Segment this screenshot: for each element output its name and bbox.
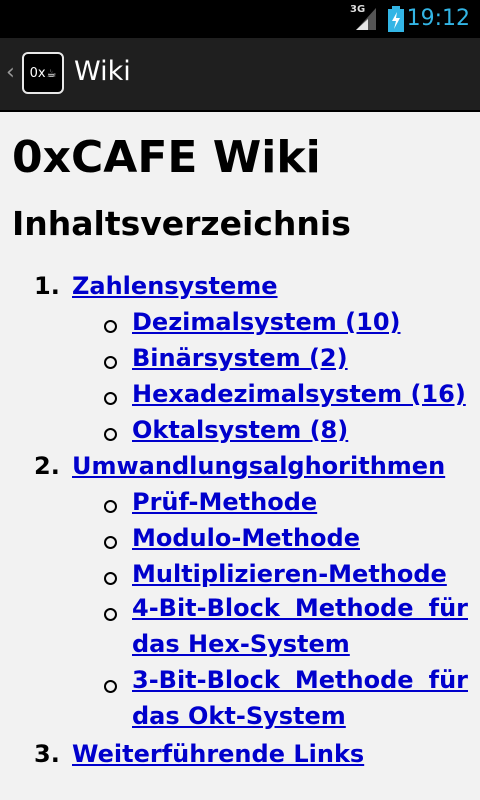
action-bar: ‹ 0x ☕ Wiki — [0, 38, 480, 112]
toc-link-pruef-methode[interactable]: Prüf-Methode — [132, 488, 317, 516]
battery-charging-icon — [388, 6, 404, 32]
bullet-icon — [104, 536, 117, 549]
app-icon-text: 0x — [29, 65, 46, 81]
toc-item-number: 2. — [34, 452, 60, 480]
bullet-icon — [104, 680, 117, 693]
bullet-icon — [104, 572, 117, 585]
bullet-icon — [104, 608, 117, 621]
bullet-icon — [104, 356, 117, 369]
app-icon[interactable]: 0x ☕ — [22, 52, 64, 94]
clock: 19:12 — [406, 6, 470, 31]
signal-icon — [356, 8, 376, 30]
toc-link-multiplizieren-methode[interactable]: Multiplizieren-Methode — [132, 560, 447, 588]
toc-link-line: das Okt-System — [132, 702, 346, 730]
toc-link-4-bit-block-methode[interactable]: 4-Bit-Block Methode für das Hex-System — [132, 590, 468, 662]
bullet-icon — [104, 428, 117, 441]
toc-link-3-bit-block-methode[interactable]: 3-Bit-Block Methode für das Okt-System — [132, 662, 468, 734]
toc-link-line: das Hex-System — [132, 630, 350, 658]
wiki-content: 0xCAFE Wiki Inhaltsverzeichnis 1. Zahlen… — [0, 112, 480, 800]
up-chevron-icon[interactable]: ‹ — [6, 60, 15, 85]
toc-link-line: 3-Bit-Block Methode für — [132, 666, 468, 694]
bullet-icon — [104, 392, 117, 405]
toc-heading: Inhaltsverzeichnis — [12, 204, 351, 243]
toc-item-number: 3. — [34, 740, 60, 768]
page-title: 0xCAFE Wiki — [12, 132, 321, 183]
toc-link-dezimalsystem[interactable]: Dezimalsystem (10) — [132, 308, 401, 336]
toc-link-umwandlungsalghorithmen[interactable]: Umwandlungsalghorithmen — [72, 452, 445, 480]
action-bar-title: Wiki — [74, 56, 131, 87]
status-bar: 3G 19:12 — [0, 0, 480, 38]
bullet-icon — [104, 320, 117, 333]
toc-link-weiterfuehrende-links[interactable]: Weiterführende Links — [72, 740, 364, 768]
bullet-icon — [104, 500, 117, 513]
toc-link-line: 4-Bit-Block Methode für — [132, 594, 468, 622]
toc-link-binaersystem[interactable]: Binärsystem (2) — [132, 344, 348, 372]
toc-link-zahlensysteme[interactable]: Zahlensysteme — [72, 272, 278, 300]
toc-link-hexadezimalsystem[interactable]: Hexadezimalsystem (16) — [132, 380, 466, 408]
toc-link-modulo-methode[interactable]: Modulo-Methode — [132, 524, 360, 552]
toc-item-number: 1. — [34, 272, 60, 300]
coffee-cup-icon: ☕ — [46, 66, 57, 80]
toc-link-oktalsystem[interactable]: Oktalsystem (8) — [132, 416, 348, 444]
